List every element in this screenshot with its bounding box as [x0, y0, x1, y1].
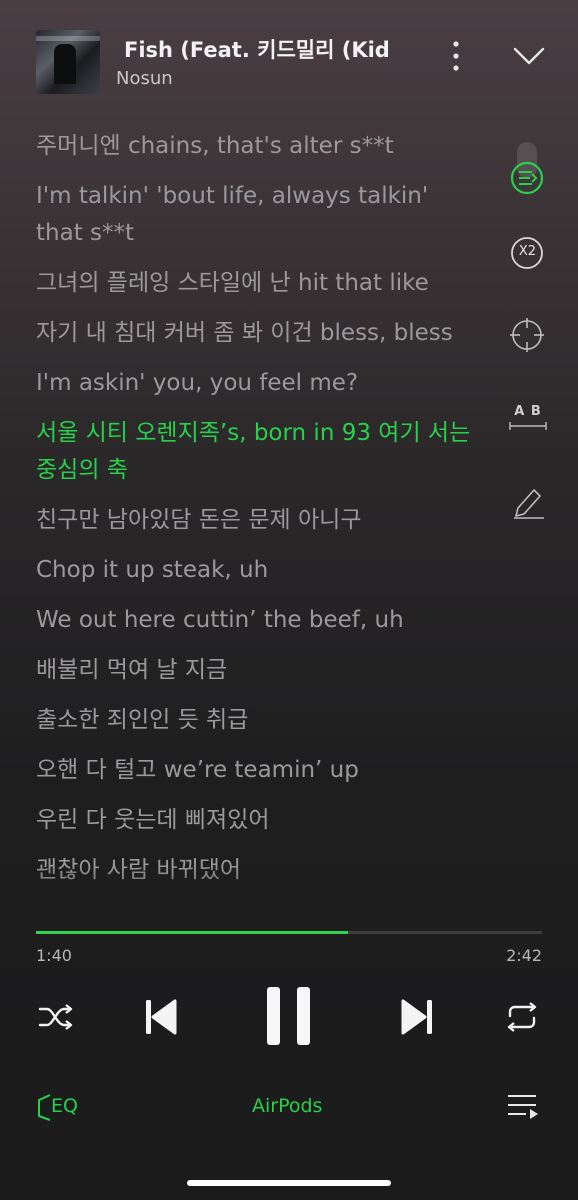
lyric-line[interactable]: We out here cuttin’ the beef, uh [36, 602, 476, 639]
lyric-line[interactable]: I'm askin' you, you feel me? [36, 365, 476, 402]
lyric-line[interactable]: 오핸 다 털고 we’re teamin’ up [36, 752, 476, 789]
speed-button[interactable]: X2 [506, 236, 550, 272]
eq-label: EQ [51, 1095, 78, 1117]
speed-label: X2 [518, 244, 537, 259]
lyric-line[interactable]: I'm talkin' 'bout life, always talkin' t… [36, 178, 476, 252]
lyric-line[interactable]: 자기 내 침대 커버 좀 봐 이건 bless, bless [36, 315, 476, 352]
pen-icon [514, 489, 544, 519]
lyrics-scroll-indicator[interactable] [506, 140, 550, 200]
track-title[interactable]: Fish (Feat. 키드밀리 (Kid [124, 34, 414, 64]
home-indicator[interactable] [187, 1180, 391, 1186]
locate-current-line-button[interactable] [506, 318, 550, 354]
lyric-line[interactable]: 배불리 먹여 날 지금 [36, 652, 476, 689]
playlist-icon[interactable] [506, 1092, 540, 1120]
lyric-line[interactable]: 괜찮아 사람 바뀌댔어 [36, 852, 476, 889]
now-playing-header: Fish (Feat. 키드밀리 (Kid Nosun [0, 0, 578, 110]
lyric-line[interactable]: 그녀의 플레잉 스타일에 난 hit that like [36, 265, 476, 302]
lyric-line[interactable]: 주머니엔 chains, that's alter s**t [36, 128, 476, 165]
lyric-line[interactable]: Chop it up steak, uh [36, 552, 476, 589]
lyric-line-current[interactable]: 서울 시티 오렌지족’s, born in 93 여기 서는 중심의 축 [36, 415, 476, 489]
output-device-button[interactable]: AirPods [252, 1095, 322, 1117]
lyric-line[interactable]: 출소한 죄인인 듯 취급 [36, 702, 476, 739]
repeat-icon[interactable] [504, 1000, 540, 1034]
eq-icon [38, 1094, 51, 1121]
next-track-icon[interactable] [400, 998, 434, 1036]
eq-button[interactable]: EQ [36, 1092, 86, 1122]
lyrics-panel[interactable]: 주머니엔 chains, that's alter s**t I'm talkin… [36, 128, 476, 928]
chevron-down-icon[interactable] [512, 44, 546, 68]
more-options-icon[interactable] [446, 40, 466, 72]
album-art[interactable] [36, 30, 100, 94]
lyric-line[interactable]: 친구만 남아있담 돈은 문제 아니구 [36, 502, 476, 539]
shuffle-icon[interactable] [38, 1002, 74, 1032]
track-artist[interactable]: Nosun [116, 68, 173, 89]
pause-icon[interactable] [265, 986, 313, 1046]
elapsed-time: 1:40 [36, 946, 72, 965]
total-duration: 2:42 [506, 946, 542, 965]
highlight-button[interactable] [506, 484, 550, 520]
progress-bar[interactable] [36, 931, 542, 934]
translate-button[interactable]: A B [506, 404, 550, 434]
lyric-line[interactable]: 우린 다 웃는데 삐져있어 [36, 802, 476, 839]
target-icon [510, 318, 544, 352]
progress-fill [36, 931, 349, 934]
previous-track-icon[interactable] [144, 998, 178, 1036]
translate-label: A B [514, 404, 542, 419]
